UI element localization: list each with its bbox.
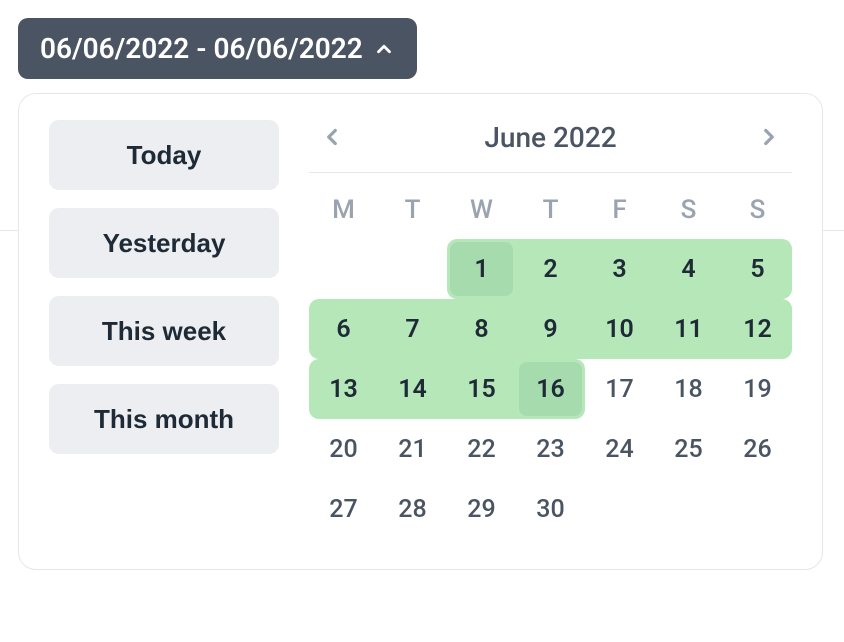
preset-this-week[interactable]: This week bbox=[49, 296, 279, 366]
calendar-day[interactable]: 5 bbox=[723, 239, 792, 299]
date-range-trigger[interactable]: 06/06/2022 - 06/06/2022 bbox=[18, 18, 417, 79]
chevron-up-icon bbox=[373, 38, 395, 60]
preset-this-month[interactable]: This month bbox=[49, 384, 279, 454]
calendar-day[interactable]: 13 bbox=[309, 359, 378, 419]
calendar-header: June 2022 bbox=[309, 120, 792, 173]
month-title: June 2022 bbox=[484, 121, 616, 154]
calendar-day[interactable]: 27 bbox=[309, 479, 378, 539]
calendar-week: 27282930 bbox=[309, 479, 792, 539]
preset-today[interactable]: Today bbox=[49, 120, 279, 190]
calendar-day[interactable]: 8 bbox=[447, 299, 516, 359]
weekday-label: S bbox=[723, 195, 792, 225]
weekday-label: M bbox=[309, 195, 378, 225]
calendar: June 2022 MTWTFSS 1234567891011121314151… bbox=[309, 120, 792, 539]
calendar-week: 12345 bbox=[309, 239, 792, 299]
calendar-day[interactable]: 26 bbox=[723, 419, 792, 479]
calendar-day[interactable]: 29 bbox=[447, 479, 516, 539]
calendar-day[interactable]: 17 bbox=[585, 359, 654, 419]
date-range-panel: Today Yesterday This week This month Jun… bbox=[18, 93, 823, 570]
calendar-day[interactable]: 2 bbox=[516, 239, 585, 299]
calendar-day[interactable]: 23 bbox=[516, 419, 585, 479]
preset-list: Today Yesterday This week This month bbox=[49, 120, 279, 539]
calendar-day[interactable]: 19 bbox=[723, 359, 792, 419]
calendar-day[interactable]: 30 bbox=[516, 479, 585, 539]
calendar-day[interactable]: 22 bbox=[447, 419, 516, 479]
weekday-label: F bbox=[585, 195, 654, 225]
calendar-day[interactable]: 20 bbox=[309, 419, 378, 479]
preset-label: This week bbox=[102, 316, 226, 346]
preset-label: Today bbox=[127, 140, 202, 170]
calendar-week: 20212223242526 bbox=[309, 419, 792, 479]
calendar-day[interactable]: 14 bbox=[378, 359, 447, 419]
calendar-day-empty bbox=[585, 479, 654, 539]
prev-month-button[interactable] bbox=[315, 120, 349, 154]
date-range-label: 06/06/2022 - 06/06/2022 bbox=[40, 32, 363, 65]
calendar-week: 13141516171819 bbox=[309, 359, 792, 419]
weekday-label: S bbox=[654, 195, 723, 225]
weekday-label: T bbox=[378, 195, 447, 225]
preset-label: This month bbox=[94, 404, 234, 434]
calendar-day[interactable]: 10 bbox=[585, 299, 654, 359]
preset-label: Yesterday bbox=[103, 228, 226, 258]
calendar-grid: 1234567891011121314151617181920212223242… bbox=[309, 239, 792, 539]
weekday-label: W bbox=[447, 195, 516, 225]
calendar-day[interactable]: 24 bbox=[585, 419, 654, 479]
weekday-header: MTWTFSS bbox=[309, 195, 792, 225]
calendar-day[interactable]: 7 bbox=[378, 299, 447, 359]
calendar-day[interactable]: 3 bbox=[585, 239, 654, 299]
calendar-day[interactable]: 1 bbox=[447, 239, 516, 299]
calendar-day[interactable]: 16 bbox=[516, 359, 585, 419]
calendar-day[interactable]: 6 bbox=[309, 299, 378, 359]
calendar-day-empty bbox=[378, 239, 447, 299]
calendar-day[interactable]: 12 bbox=[723, 299, 792, 359]
calendar-day-empty bbox=[723, 479, 792, 539]
preset-yesterday[interactable]: Yesterday bbox=[49, 208, 279, 278]
next-month-button[interactable] bbox=[752, 120, 786, 154]
calendar-day-empty bbox=[309, 239, 378, 299]
calendar-day[interactable]: 25 bbox=[654, 419, 723, 479]
calendar-day[interactable]: 28 bbox=[378, 479, 447, 539]
calendar-day-empty bbox=[654, 479, 723, 539]
calendar-day[interactable]: 4 bbox=[654, 239, 723, 299]
calendar-day[interactable]: 9 bbox=[516, 299, 585, 359]
weekday-label: T bbox=[516, 195, 585, 225]
calendar-day[interactable]: 15 bbox=[447, 359, 516, 419]
calendar-day[interactable]: 21 bbox=[378, 419, 447, 479]
calendar-week: 6789101112 bbox=[309, 299, 792, 359]
calendar-day[interactable]: 18 bbox=[654, 359, 723, 419]
calendar-day[interactable]: 11 bbox=[654, 299, 723, 359]
